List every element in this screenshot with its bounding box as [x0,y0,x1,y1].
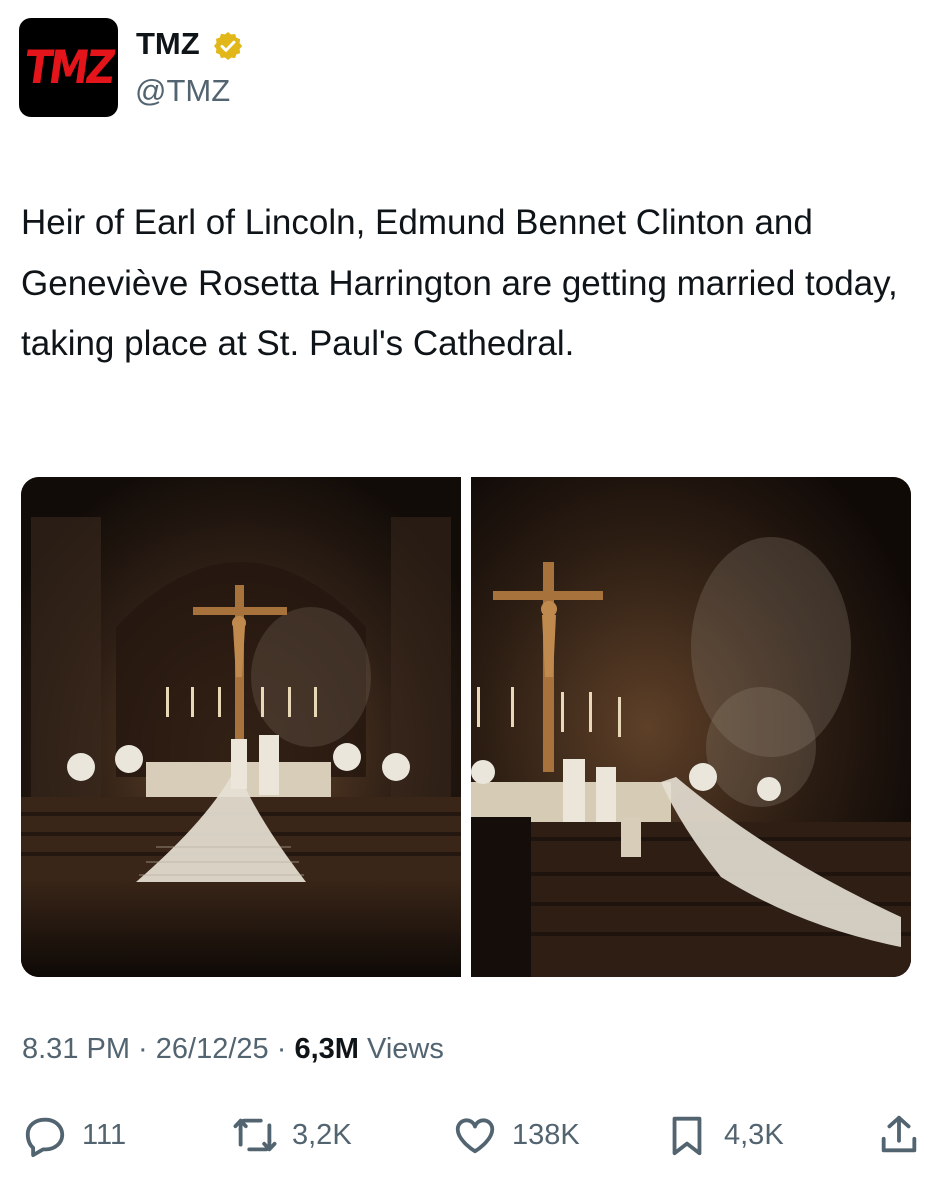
bookmark-icon [672,1116,702,1156]
author-name[interactable]: TMZ [136,26,200,62]
avatar[interactable]: TMZ [19,18,118,117]
share-icon [881,1115,917,1153]
tweet-text: Heir of Earl of Lincoln, Edmund Bennet C… [21,203,898,363]
reply-count: 111 [82,1118,127,1151]
action-bar: 111 3,2K 138K 4,3K [0,1112,931,1168]
bookmark-button[interactable]: 4,3K [664,1112,784,1158]
bookmark-count: 4,3K [724,1118,784,1151]
like-count: 138K [512,1118,580,1151]
reply-button[interactable]: 111 [22,1112,126,1158]
tweet-meta: 8.31 PM · 26/12/25 · 6,3M Views [22,1033,444,1066]
media-photo-1[interactable] [21,477,461,977]
views-label: Views [367,1033,444,1065]
repost-count: 3,2K [292,1118,352,1151]
views-count: 6,3M [294,1033,359,1065]
media-photo-2[interactable] [471,477,911,977]
meta-separator-2: · [268,1033,295,1065]
heart-icon [455,1118,495,1154]
repost-icon [233,1118,277,1152]
tweet-time: 8.31 PM [22,1033,130,1065]
reply-icon [25,1117,65,1158]
share-button[interactable] [876,1112,922,1158]
repost-button[interactable]: 3,2K [232,1112,352,1158]
tmz-logo: TMZ [21,41,116,94]
meta-separator: · [130,1033,156,1065]
like-button[interactable]: 138K [452,1112,580,1158]
verified-badge-icon [214,32,243,60]
tweet-date: 26/12/25 [155,1033,269,1065]
author-handle[interactable]: @TMZ [135,73,230,109]
